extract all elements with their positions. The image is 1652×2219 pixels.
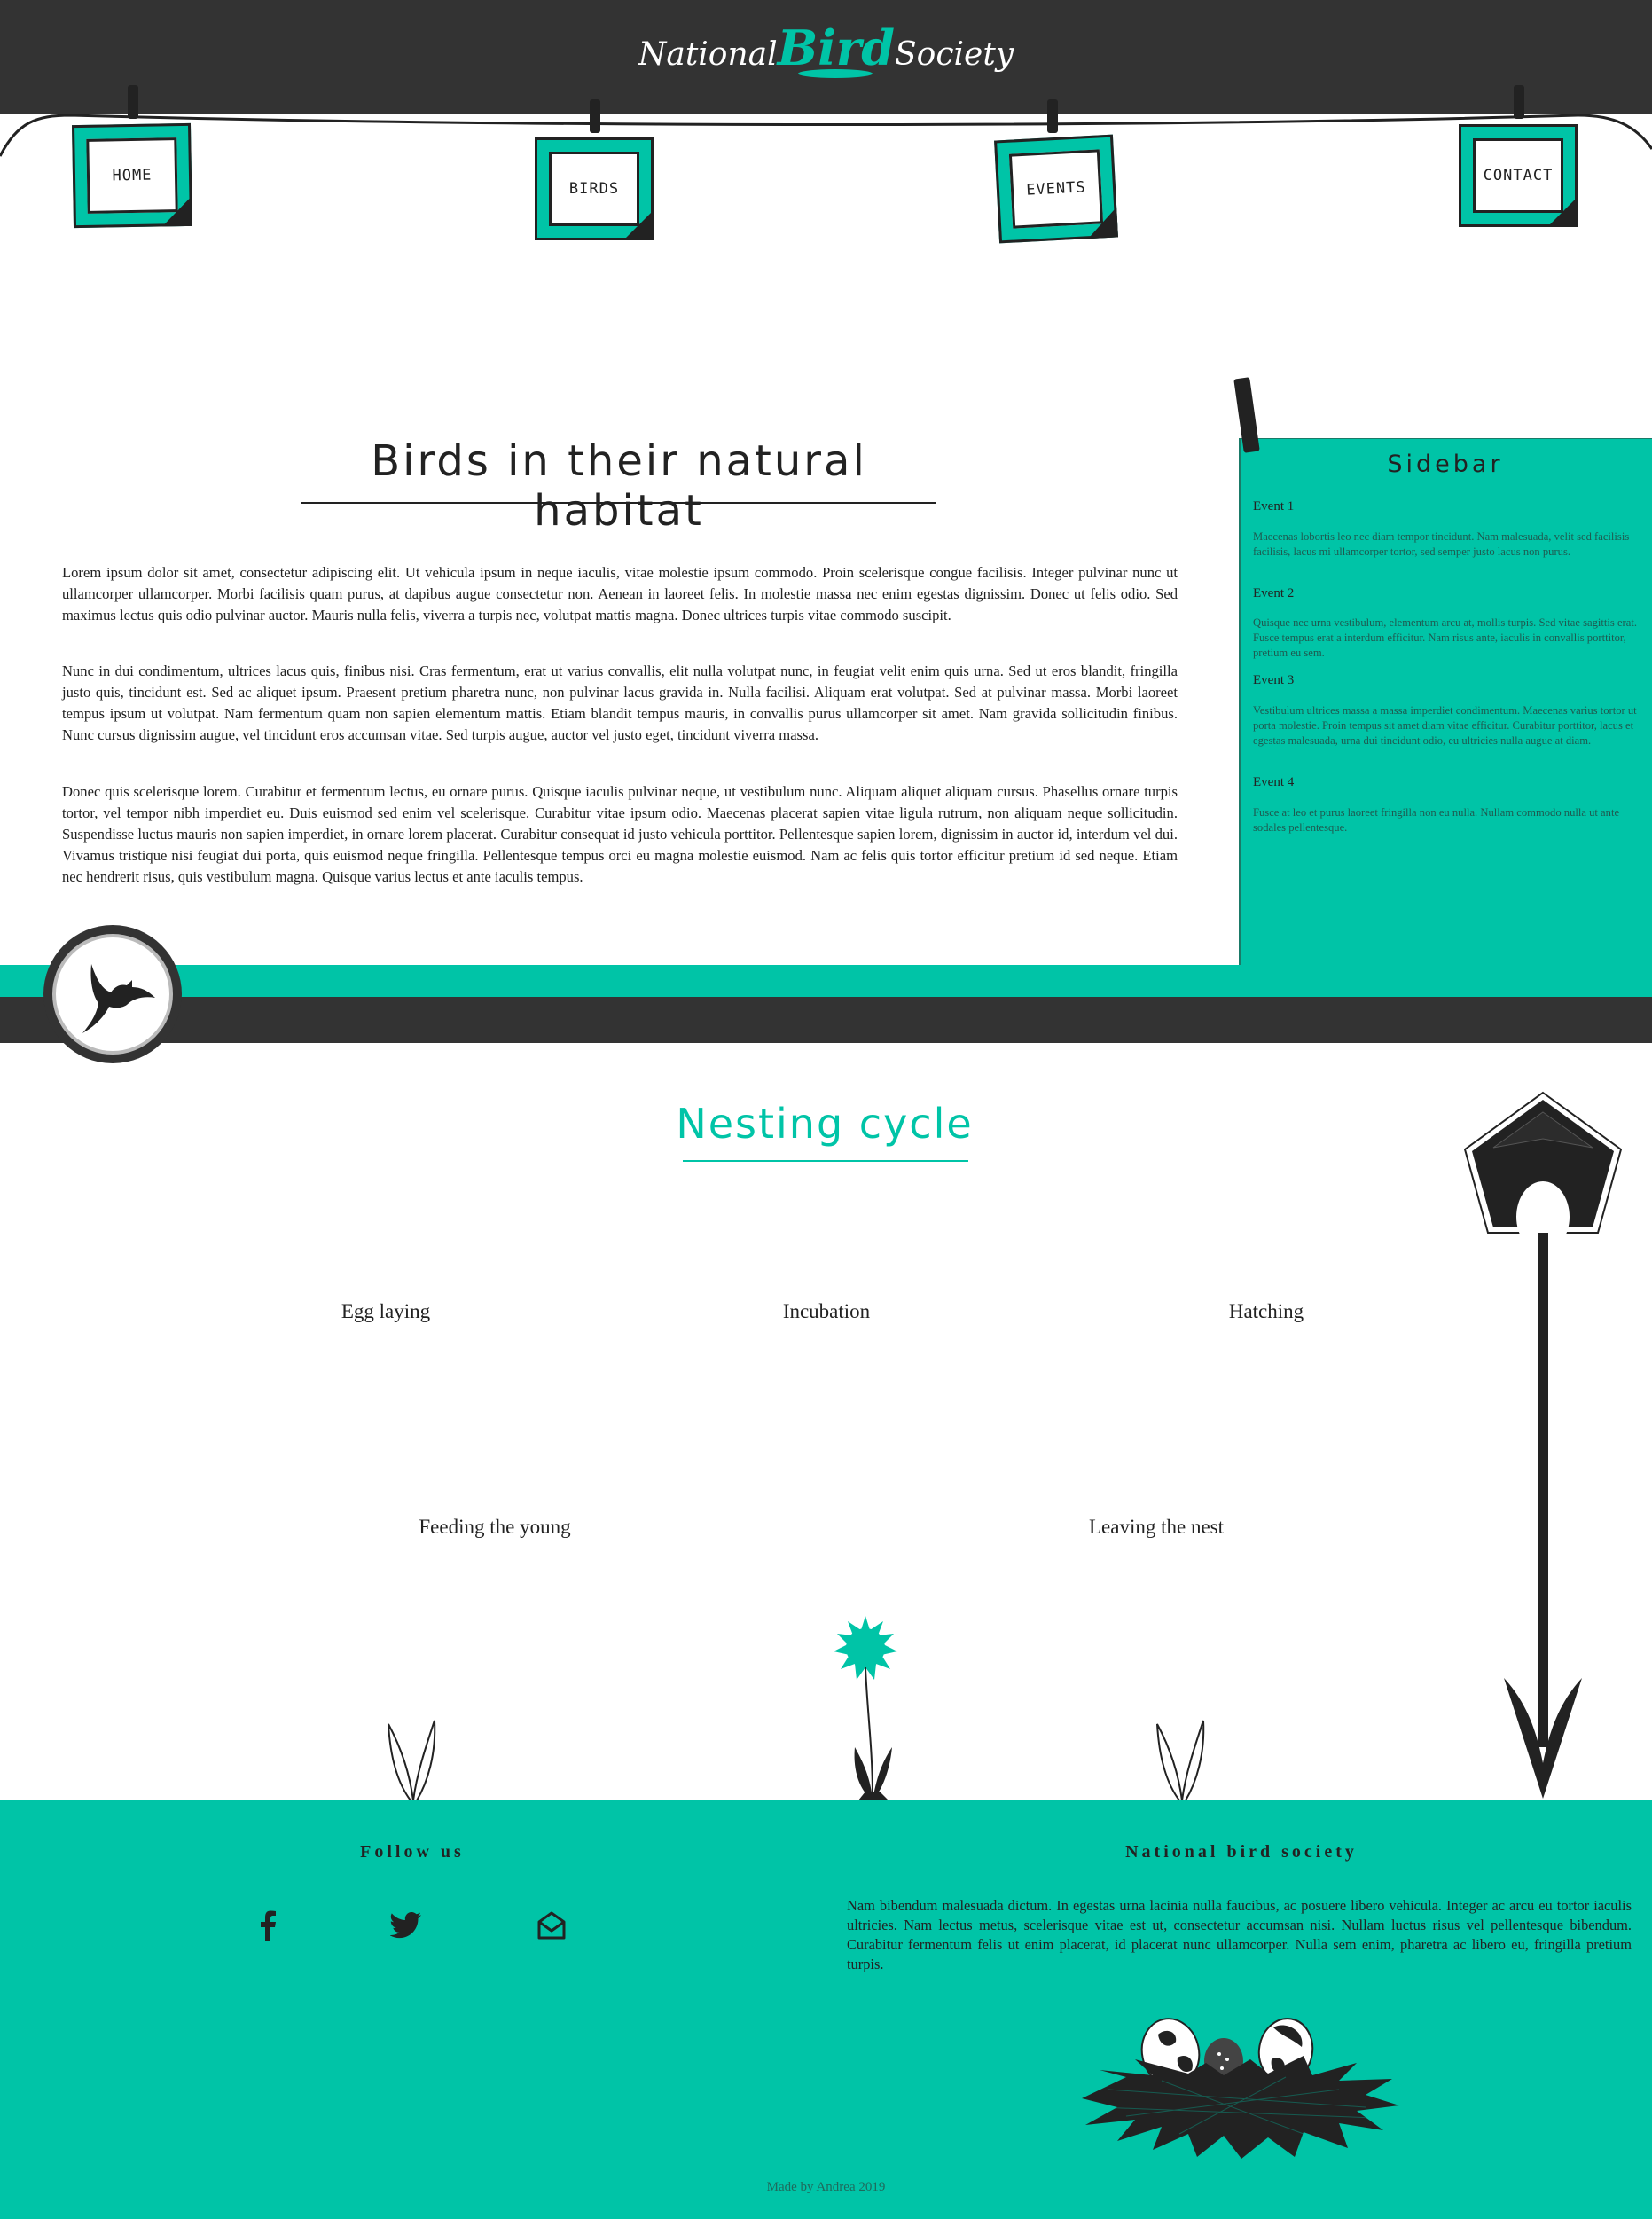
- event-text: Maecenas lobortis leo nec diam tempor ti…: [1253, 530, 1630, 558]
- facebook-link[interactable]: [248, 1906, 287, 1945]
- society-title: National bird society: [1125, 1842, 1358, 1862]
- clothesline: [0, 114, 1652, 157]
- footer-credit: Made by Andrea 2019: [766, 2180, 886, 2194]
- event-title[interactable]: Event 1: [1253, 499, 1294, 514]
- sidebar-title: Sidebar: [1387, 451, 1504, 478]
- main-paragraph-2: Nunc in dui condimentum, ultrices lacus …: [62, 663, 1178, 743]
- logo-swoosh: [798, 69, 873, 78]
- main-title: Birds in their natural habitat: [371, 436, 867, 536]
- badge-ring: [52, 934, 173, 1055]
- society-description: Nam bibendum malesuada dictum. In egesta…: [847, 1897, 1632, 1972]
- title-underline: [301, 502, 936, 504]
- logo-word-national: National: [638, 36, 778, 73]
- event-text: Vestibulum ultrices massa a massa imperd…: [1253, 704, 1637, 747]
- twitter-link[interactable]: [387, 1906, 426, 1945]
- divider-band-accent: [0, 965, 1652, 997]
- site-logo[interactable]: NationalBirdSociety: [0, 20, 1652, 76]
- nesting-title: Nesting cycle: [676, 1100, 974, 1148]
- clothespin-icon: [590, 99, 600, 133]
- grass-sprout-outline: [388, 1720, 436, 1801]
- site-footer: [0, 1800, 1652, 2219]
- nav-home[interactable]: HOME: [71, 122, 193, 229]
- stage-egg-laying: Egg laying: [341, 1300, 431, 1322]
- twitter-icon: [390, 1912, 421, 1939]
- stage-hatching: Hatching: [1228, 1300, 1304, 1322]
- stage-feeding: Feeding the young: [419, 1516, 571, 1538]
- nav-birds-label: BIRDS: [568, 180, 620, 198]
- nest-illustration: [1082, 2018, 1399, 2159]
- logo-word-society: Society: [895, 36, 1014, 73]
- bird-badge: [43, 925, 182, 1063]
- event-title[interactable]: Event 4: [1253, 775, 1294, 790]
- divider-band-dark: [0, 997, 1652, 1043]
- nav-contact[interactable]: CONTACT: [1459, 124, 1578, 227]
- follow-us-title: Follow us: [360, 1842, 465, 1862]
- facebook-icon: [261, 1910, 276, 1941]
- nav-home-label: HOME: [112, 166, 153, 185]
- flower-illustration: [834, 1616, 897, 1800]
- nav-events-label: EVENTS: [1025, 178, 1087, 200]
- frame-corner: [1086, 207, 1118, 239]
- stage-leaving-nest: Leaving the nest: [1088, 1516, 1224, 1538]
- email-link[interactable]: [532, 1906, 571, 1945]
- nav-birds[interactable]: BIRDS: [535, 137, 654, 240]
- sidebar: [1239, 438, 1652, 965]
- clothespin-icon: [1514, 85, 1524, 119]
- event-text: Quisque nec urna vestibulum, elementum a…: [1253, 616, 1637, 659]
- nav-events[interactable]: EVENTS: [994, 134, 1118, 244]
- flying-bird-icon: [82, 964, 155, 1033]
- main-paragraph-3: Donec quis scelerisque lorem. Curabitur …: [62, 783, 1178, 885]
- event-title[interactable]: Event 3: [1253, 673, 1294, 688]
- nesting-title-underline: [683, 1160, 968, 1162]
- stage-incubation: Incubation: [782, 1300, 871, 1322]
- frame-corner: [1547, 197, 1578, 227]
- clothespin-icon: [1047, 99, 1058, 133]
- grass-sprout-outline: [1156, 1720, 1205, 1801]
- nav-contact-label: CONTACT: [1483, 167, 1554, 184]
- main-paragraph-1: Lorem ipsum dolor sit amet, consectetur …: [62, 564, 1178, 623]
- clothespin-icon: [1233, 377, 1260, 453]
- event-text: Fusce at leo et purus laoreet fringilla …: [1253, 806, 1620, 834]
- mail-icon: [537, 1911, 566, 1940]
- clothespin-icon: [128, 85, 138, 119]
- event-title[interactable]: Event 2: [1253, 586, 1294, 601]
- frame-corner: [161, 195, 193, 227]
- logo-word-bird: Bird: [777, 20, 896, 76]
- frame-corner: [623, 210, 654, 240]
- birdhouse-illustration: [1463, 1091, 1623, 1799]
